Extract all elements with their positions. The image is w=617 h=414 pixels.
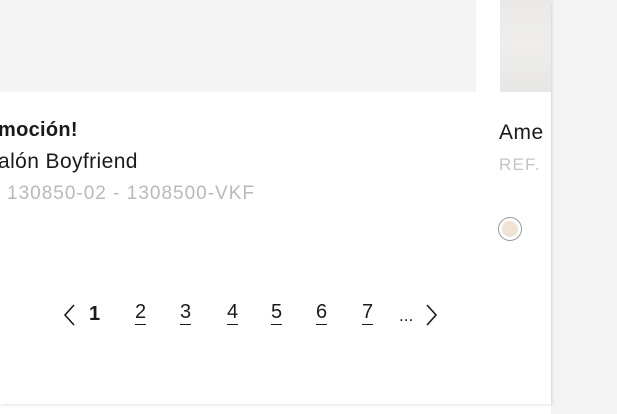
product-image-2[interactable] xyxy=(500,0,551,92)
page-gutter xyxy=(551,0,617,414)
product-name-2[interactable]: Ame xyxy=(499,121,544,145)
pagination-ellipsis: ... xyxy=(399,306,414,325)
page-1-link[interactable]: 1 xyxy=(89,300,100,328)
product-name[interactable]: alón Boyfriend xyxy=(0,150,138,174)
page-3-link[interactable]: 3 xyxy=(180,300,192,325)
page-5-link[interactable]: 5 xyxy=(271,300,283,325)
pagination-prev-button[interactable] xyxy=(62,303,78,327)
color-swatch[interactable] xyxy=(498,217,522,241)
product-image[interactable] xyxy=(0,0,476,92)
product-reference: 130850-02 - 1308500-VKF xyxy=(7,183,255,204)
product-grid: moción! alón Boyfriend 130850-02 - 13085… xyxy=(0,0,551,404)
page-4-link[interactable]: 4 xyxy=(227,300,239,325)
page-7-link[interactable]: 7 xyxy=(362,300,374,325)
promo-label: moción! xyxy=(0,119,78,141)
chevron-right-icon xyxy=(426,304,438,326)
color-swatch-fill xyxy=(502,221,518,237)
page-2-link[interactable]: 2 xyxy=(135,300,147,325)
product-reference-2: REF. xyxy=(499,155,541,174)
page-6-link[interactable]: 6 xyxy=(316,300,328,325)
chevron-left-icon xyxy=(63,304,75,326)
pagination-next-button[interactable] xyxy=(423,303,439,327)
